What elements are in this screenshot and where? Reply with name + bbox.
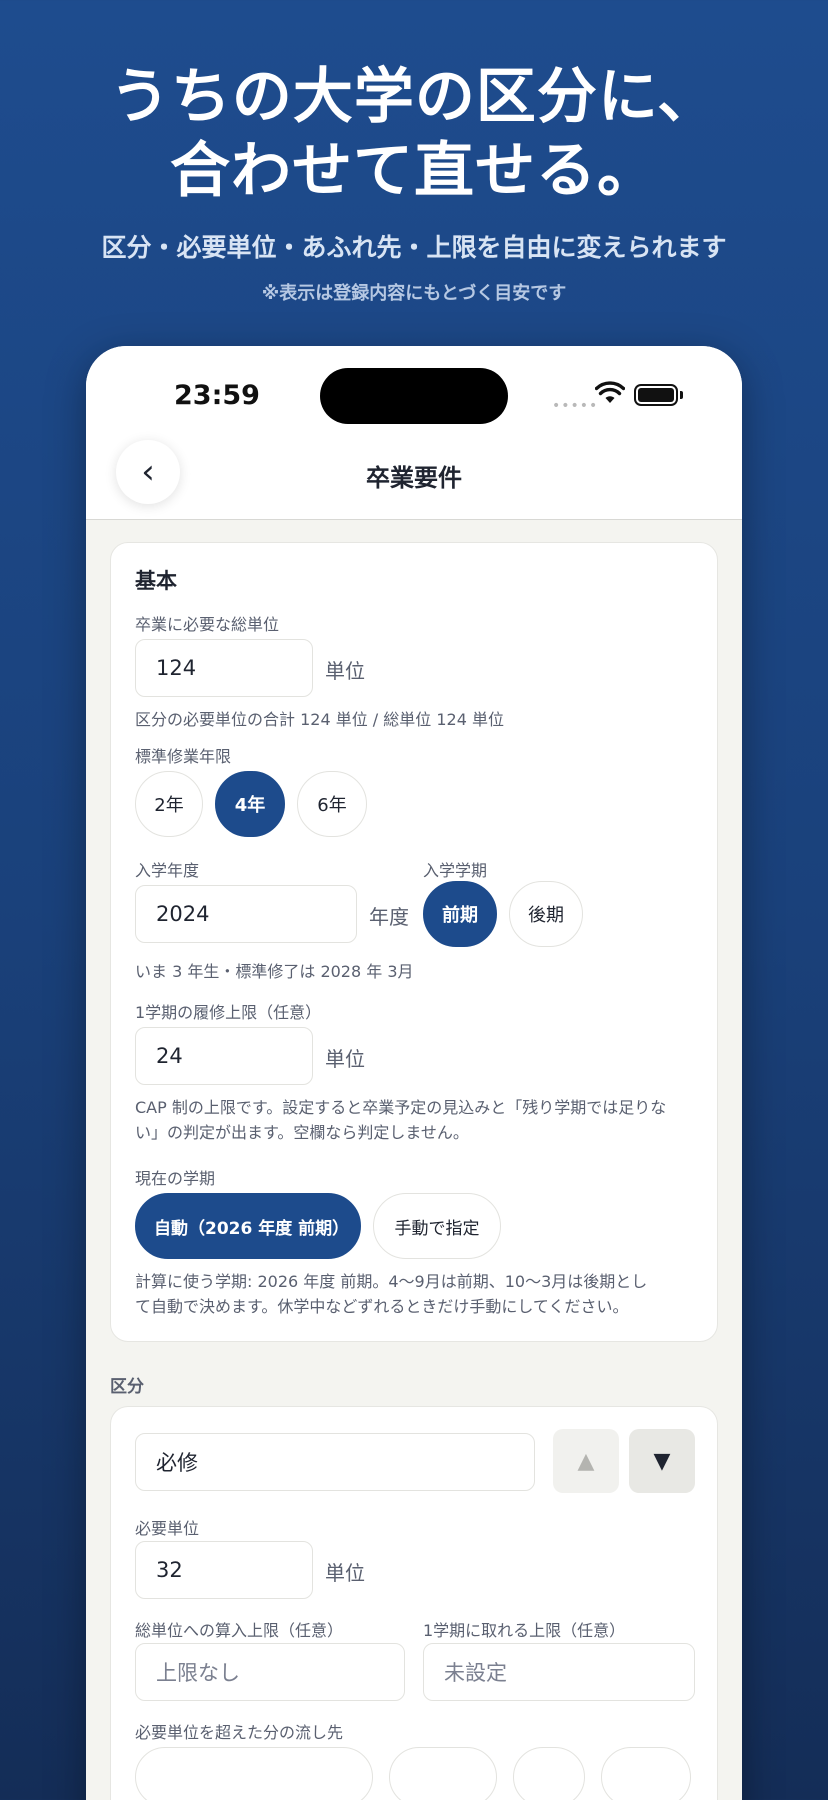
- term-cap-input[interactable]: 未設定: [423, 1643, 695, 1701]
- current-term-help-line1: 計算に使う学期: 2026 年度 前期。4〜9月は前期、10〜3月は後期とし: [135, 1272, 648, 1291]
- overflow-option[interactable]: [389, 1747, 497, 1800]
- page-title: 卒業要件: [366, 464, 462, 492]
- entry-term-second[interactable]: 後期: [509, 881, 583, 947]
- total-cap-label: 総単位への算入上限（任意）: [135, 1621, 344, 1640]
- top-bar: 23:59 ••••• ‹ 卒業要件: [86, 346, 742, 520]
- entry-help: いま 3 年生・標準修了は 2028 年 3月: [135, 962, 414, 981]
- hero-title-line1: うちの大学の区分に、: [109, 62, 719, 132]
- total-credits-unit: 単位: [325, 659, 365, 683]
- cap-help: CAP 制の上限です。設定すると卒業予定の見込みと「残り学期では足りな い」の判…: [135, 1095, 705, 1145]
- dynamic-island: [320, 368, 508, 424]
- total-credits-label: 卒業に必要な総単位: [135, 615, 280, 634]
- category-card: 必修 ▲ ▼ 必要単位 32 単位 総単位への算入上限（任意） 上限なし 1学期…: [110, 1406, 718, 1800]
- hero-subtitle: 区分・必要単位・あふれ先・上限を自由に変えられます: [101, 233, 727, 262]
- triangle-up-icon: ▲: [577, 1448, 595, 1474]
- entry-year-unit: 年度: [369, 905, 409, 929]
- overflow-option[interactable]: [135, 1747, 373, 1800]
- current-term-manual-button[interactable]: 手動で指定: [373, 1193, 501, 1259]
- cap-unit: 単位: [325, 1047, 365, 1071]
- hero-note: ※表示は登録内容にもとづく目安です: [261, 283, 567, 304]
- entry-year-label: 入学年度: [135, 861, 200, 880]
- overflow-option[interactable]: [601, 1747, 691, 1800]
- years-option-4[interactable]: 4年: [215, 771, 285, 837]
- cap-label: 1学期の履修上限（任意）: [135, 1003, 322, 1022]
- term-cap-label: 1学期に取れる上限（任意）: [423, 1621, 626, 1640]
- status-time: 23:59: [174, 380, 260, 411]
- entry-term-label: 入学学期: [423, 861, 488, 880]
- current-term-auto-button[interactable]: 自動（2026 年度 前期）: [135, 1193, 361, 1259]
- cap-input[interactable]: 24: [135, 1027, 313, 1085]
- wifi-icon: [595, 381, 625, 403]
- move-up-button[interactable]: ▲: [553, 1429, 619, 1493]
- category-name-input[interactable]: 必修: [135, 1433, 535, 1491]
- basic-section-title: 基本: [135, 569, 177, 593]
- hero-title: うちの大学の区分に、 合わせて直せる。: [0, 60, 828, 208]
- categories-section-title: 区分: [110, 1377, 144, 1397]
- basic-card: 基本 卒業に必要な総単位 124 単位 区分の必要単位の合計 124 単位 / …: [110, 542, 718, 1342]
- overflow-option[interactable]: [513, 1747, 585, 1800]
- required-credits-label: 必要単位: [135, 1519, 200, 1538]
- cap-help-line1: CAP 制の上限です。設定すると卒業予定の見込みと「残り学期では足りな: [135, 1098, 667, 1117]
- overflow-target-label: 必要単位を超えた分の流し先: [135, 1723, 344, 1742]
- signal-icon: •••••: [552, 398, 599, 414]
- total-credits-help: 区分の必要単位の合計 124 単位 / 総単位 124 単位: [135, 710, 504, 729]
- battery-tip: [680, 391, 683, 399]
- total-cap-input[interactable]: 上限なし: [135, 1643, 405, 1701]
- cap-help-line2: い」の判定が出ます。空欄なら判定しません。: [135, 1123, 469, 1142]
- current-term-label: 現在の学期: [135, 1169, 216, 1188]
- current-term-help-line2: て自動で決めます。休学中などずれるときだけ手動にしてください。: [135, 1297, 629, 1316]
- required-credits-input[interactable]: 32: [135, 1541, 313, 1599]
- move-down-button[interactable]: ▼: [629, 1429, 695, 1493]
- required-credits-unit: 単位: [325, 1561, 365, 1585]
- current-term-help: 計算に使う学期: 2026 年度 前期。4〜9月は前期、10〜3月は後期とし て…: [135, 1269, 705, 1319]
- entry-year-input[interactable]: 2024: [135, 885, 357, 943]
- triangle-down-icon: ▼: [653, 1448, 671, 1474]
- phone-frame: 23:59 ••••• ‹ 卒業要件 基本 卒業に必要な総単位 124 単位 区…: [86, 346, 742, 1800]
- standard-years-label: 標準修業年限: [135, 747, 232, 766]
- years-option-6[interactable]: 6年: [297, 771, 367, 837]
- total-credits-input[interactable]: 124: [135, 639, 313, 697]
- years-option-2[interactable]: 2年: [135, 771, 203, 837]
- battery-icon: [634, 384, 678, 406]
- hero-title-line2: 合わせて直せる。: [170, 136, 658, 206]
- entry-term-first[interactable]: 前期: [423, 881, 497, 947]
